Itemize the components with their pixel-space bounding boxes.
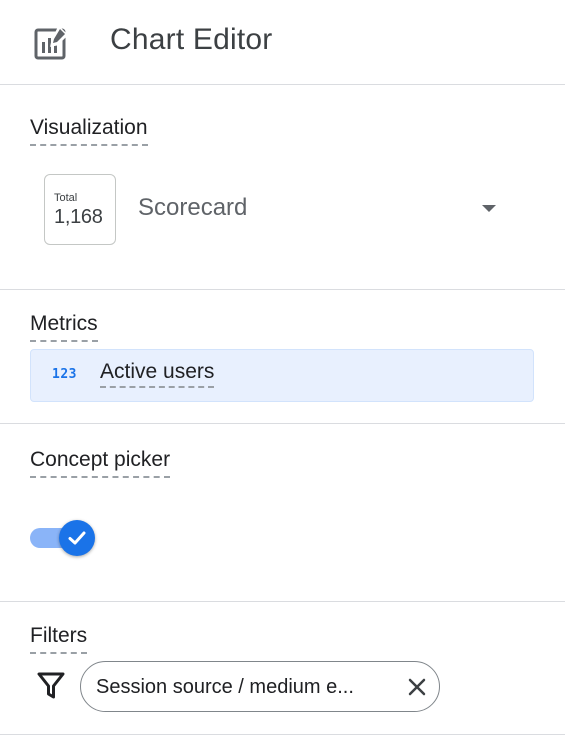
concept-picker-toggle[interactable] — [30, 520, 96, 556]
visualization-section: Visualization Total 1,168 Scorecard — [0, 86, 565, 290]
numeric-type-icon: 123 — [52, 367, 77, 382]
metric-name[interactable]: Active users — [100, 359, 215, 388]
concept-picker-section: Concept picker — [0, 424, 565, 602]
filters-section: Filters Session source / medium e... — [0, 602, 565, 735]
filter-funnel-icon — [37, 672, 65, 699]
checkmark-icon — [68, 531, 86, 545]
page-title: Chart Editor — [110, 23, 273, 56]
chart-editor-icon — [34, 25, 69, 60]
filter-chip[interactable]: Session source / medium e... — [80, 661, 440, 712]
thumbnail-value: 1,168 — [54, 206, 103, 228]
visualization-selected: Scorecard — [138, 194, 248, 221]
arrow-drop-down-icon[interactable] — [482, 205, 496, 212]
toggle-thumb — [59, 520, 95, 556]
close-icon[interactable] — [405, 675, 429, 699]
thumbnail-label: Total — [54, 192, 78, 204]
visualization-dropdown[interactable]: Total 1,168 Scorecard — [0, 86, 565, 290]
metrics-section: Metrics 123 Active users — [0, 290, 565, 424]
chart-editor-header: Chart Editor — [0, 0, 565, 85]
scorecard-thumbnail: Total 1,168 — [44, 174, 116, 245]
metric-chip[interactable]: 123 Active users — [30, 349, 534, 402]
metrics-label: Metrics — [30, 310, 98, 342]
filters-label: Filters — [30, 622, 88, 654]
concept-picker-label: Concept picker — [30, 446, 171, 478]
filter-chip-text: Session source / medium e... — [96, 676, 354, 698]
